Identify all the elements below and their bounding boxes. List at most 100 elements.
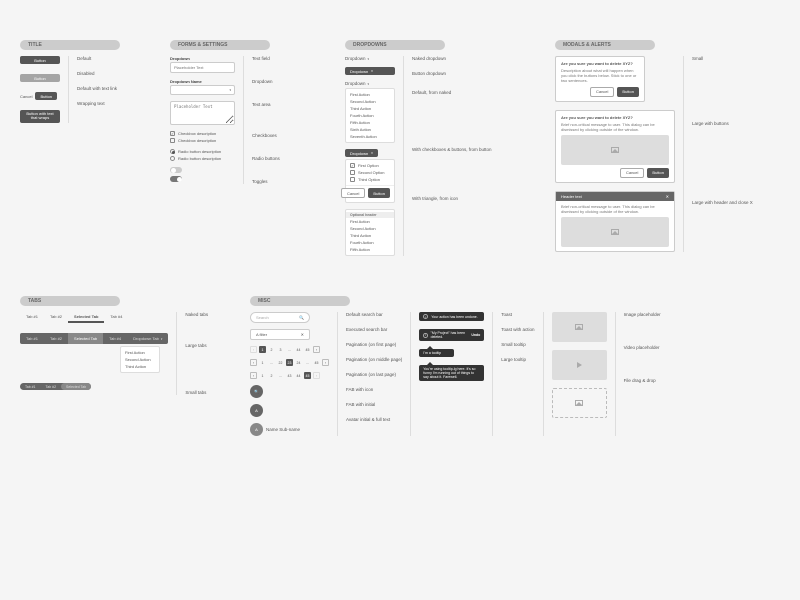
tab-selected[interactable]: Selected Tab [68, 312, 104, 323]
dd-item[interactable]: Fourth Action [346, 112, 394, 119]
label: Toast with action [501, 327, 534, 332]
tab[interactable]: Tab #1 [20, 333, 44, 344]
confirm-button[interactable]: Button [647, 168, 669, 178]
tab-dropdown-panel: First Action Second Action Third Action [120, 346, 160, 373]
tab-selected[interactable]: Selected Tab [61, 383, 91, 390]
page[interactable]: 44 [295, 346, 302, 353]
image-icon [611, 147, 619, 153]
confirm-button[interactable]: Button [617, 87, 639, 97]
dd-item[interactable]: Sixth Action [346, 126, 394, 133]
undo-link[interactable]: Undo [471, 333, 480, 337]
tab[interactable]: Tab #2 [44, 333, 68, 344]
default-button[interactable]: Button [20, 56, 60, 64]
label: FAB with initial [346, 402, 402, 407]
checkbox[interactable] [170, 138, 175, 143]
tab[interactable]: Tab #2 [41, 383, 62, 390]
tooltip-small: I'm a tooltip [419, 349, 454, 357]
tab-selected[interactable]: Selected Tab [68, 333, 103, 344]
checkbox[interactable] [350, 177, 355, 182]
page-next[interactable]: › [322, 359, 329, 366]
file-dropzone[interactable] [552, 388, 607, 418]
search-input-executed[interactable]: A filter✕ [250, 329, 310, 340]
page[interactable]: 43 [286, 372, 293, 379]
dd-item[interactable]: Fourth Action [346, 239, 394, 246]
dd-item[interactable]: Second Action [121, 356, 159, 363]
fab-initial[interactable]: A [250, 404, 263, 417]
dd-item[interactable]: Third Action [121, 363, 159, 370]
naked-tabs: Tab #1 Tab #2 Selected Tab Tab #4 [20, 312, 168, 323]
page-prev[interactable]: ‹ [250, 359, 257, 366]
dd-item[interactable]: Seventh Action [346, 133, 394, 140]
tab[interactable]: Tab #1 [20, 312, 44, 323]
page[interactable]: 2 [268, 346, 275, 353]
dd-item[interactable]: First Option [358, 163, 379, 168]
radio[interactable] [170, 149, 175, 154]
toggle-on[interactable] [170, 176, 182, 182]
small-tabs: Tab #1 Tab #2 Selected Tab [20, 383, 91, 390]
disabled-button: Button [20, 74, 60, 82]
dd-item[interactable]: Second Action [346, 225, 394, 232]
dd-item[interactable]: Third Option [358, 177, 380, 182]
page-prev: ‹ [250, 346, 257, 353]
naked-dd-open[interactable]: Dropdown [345, 81, 366, 86]
dd-item[interactable]: Third Action [346, 232, 394, 239]
dropdown-button[interactable]: Dropdown▾ [345, 67, 395, 75]
label: File drag & drop [624, 378, 661, 383]
toggle-off[interactable] [170, 167, 182, 173]
close-icon[interactable]: ✕ [666, 194, 669, 199]
naked-dd[interactable]: Dropdown [345, 56, 366, 61]
default-button-2[interactable]: Button [35, 92, 57, 100]
dd-item[interactable]: Fifth Action [346, 246, 394, 253]
checkbox[interactable] [350, 170, 355, 175]
dropdown-button-2[interactable]: Dropdown▾ [345, 149, 378, 157]
dd-item[interactable]: Third Action [346, 105, 394, 112]
dd-item[interactable]: Second Option [358, 170, 384, 175]
page[interactable]: 45 [313, 359, 320, 366]
tab[interactable]: Tab #2 [44, 312, 68, 323]
page[interactable]: 1 [259, 346, 266, 353]
page[interactable]: 44 [295, 372, 302, 379]
image-placeholder [561, 217, 669, 247]
cancel-link[interactable]: Cancel [20, 94, 32, 99]
page[interactable]: 1 [259, 359, 266, 366]
pagination-first: ‹ 1 2 3 … 44 45 › [250, 346, 329, 353]
tab[interactable]: Tab #1 [20, 383, 41, 390]
search-input[interactable]: Search🔍 [250, 312, 310, 323]
info-icon: i [423, 333, 427, 338]
page[interactable]: 23 [286, 359, 293, 366]
confirm-button[interactable]: Button [368, 188, 390, 198]
textarea[interactable] [170, 101, 235, 125]
page-ellipsis: … [268, 359, 275, 366]
dd-item[interactable]: First Action [346, 218, 394, 225]
cancel-button[interactable]: Cancel [341, 188, 365, 198]
dropdown-select[interactable]: ▾ [170, 85, 235, 95]
close-icon[interactable]: ✕ [301, 332, 304, 337]
cancel-button[interactable]: Cancel [620, 168, 644, 178]
tab-dropdown[interactable]: Dropdown Tab▾ [127, 333, 168, 344]
fab-icon[interactable]: 🔍 [250, 385, 263, 398]
page[interactable]: 45 [304, 346, 311, 353]
page[interactable]: 2 [268, 372, 275, 379]
checkbox[interactable] [350, 163, 355, 168]
dd-item[interactable]: Fifth Action [346, 119, 394, 126]
page-next[interactable]: › [313, 346, 320, 353]
tab[interactable]: Tab #4 [104, 312, 128, 323]
chevron-down-icon: ▾ [371, 151, 373, 155]
dd-item[interactable]: First Action [346, 91, 394, 98]
label: With checkboxes & buttons, from button [412, 147, 492, 152]
page[interactable]: 45 [304, 372, 311, 379]
cancel-button[interactable]: Cancel [590, 87, 614, 97]
page[interactable]: 24 [295, 359, 302, 366]
wrap-button[interactable]: Button with text that wraps [20, 110, 60, 123]
radio[interactable] [170, 156, 175, 161]
tab[interactable]: Tab #4 [103, 333, 127, 344]
dd-item[interactable]: Second Action [346, 98, 394, 105]
label: Large tooltip [501, 357, 534, 362]
page-prev[interactable]: ‹ [250, 372, 257, 379]
text-input[interactable] [170, 62, 235, 73]
page[interactable]: 3 [277, 346, 284, 353]
page[interactable]: 22 [277, 359, 284, 366]
dd-item[interactable]: First Action [121, 349, 159, 356]
checkbox[interactable] [170, 131, 175, 136]
page[interactable]: 1 [259, 372, 266, 379]
